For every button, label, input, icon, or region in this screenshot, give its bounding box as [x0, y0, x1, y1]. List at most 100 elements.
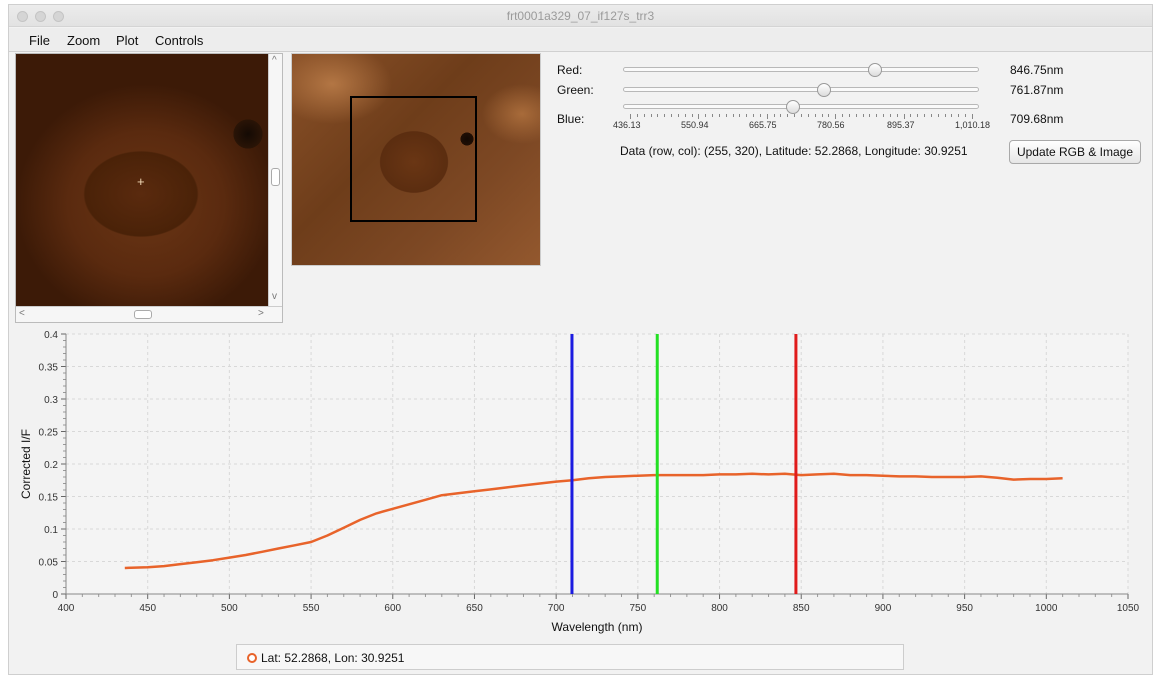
slider-tick — [766, 114, 768, 119]
slider-tick — [937, 114, 939, 117]
zoom-image-pane[interactable]: + ^ v < > — [15, 53, 283, 323]
slider-tick-label: 436.13 — [613, 120, 641, 130]
red-slider-knob[interactable] — [867, 63, 882, 77]
x-tick-label: 1000 — [1035, 603, 1058, 614]
x-tick-label: 850 — [793, 603, 810, 614]
green-value: 761.87nm — [1010, 83, 1064, 97]
slider-tick — [842, 114, 844, 117]
slider-tick — [807, 114, 809, 117]
slider-tick — [869, 114, 871, 117]
crosshair-icon: + — [137, 174, 145, 189]
slider-tick — [753, 114, 755, 117]
y-tick-label: 0.2 — [44, 460, 58, 471]
scroll-left-icon[interactable]: < — [19, 309, 25, 319]
slider-tick-label: 780.56 — [817, 120, 845, 130]
scroll-up-icon[interactable]: ^ — [272, 56, 277, 66]
slider-tick — [862, 114, 864, 117]
horizontal-scroll-thumb[interactable] — [134, 310, 152, 319]
slider-tick — [965, 114, 967, 117]
vertical-scrollbar[interactable]: ^ v — [268, 54, 282, 306]
slider-tick — [691, 114, 693, 117]
red-label: Red: — [557, 63, 583, 77]
slider-tick — [787, 114, 789, 117]
slider-tick — [671, 114, 673, 117]
slider-tick — [951, 114, 953, 117]
green-label: Green: — [557, 83, 594, 97]
slider-tick — [705, 114, 707, 117]
viewport-rectangle[interactable] — [350, 96, 477, 222]
slider-tick — [657, 114, 659, 117]
menu-bar: File Zoom Plot Controls — [9, 28, 1152, 52]
y-tick-label: 0.3 — [44, 395, 58, 406]
menu-file[interactable]: File — [29, 33, 50, 48]
window-title: frt0001a329_07_if127s_trr3 — [506, 9, 655, 23]
menu-zoom[interactable]: Zoom — [67, 33, 100, 48]
vertical-scroll-thumb[interactable] — [271, 168, 280, 186]
slider-tick — [794, 114, 796, 117]
blue-label: Blue: — [557, 112, 585, 126]
slider-tick — [876, 114, 878, 117]
scroll-right-icon[interactable]: > — [258, 309, 264, 319]
x-axis-label: Wavelength (nm) — [552, 620, 643, 634]
slider-tick — [828, 114, 830, 117]
menu-plot[interactable]: Plot — [116, 33, 138, 48]
chart-legend: Lat: 52.2868, Lon: 30.9251 — [236, 644, 904, 670]
slider-tick-label: 550.94 — [681, 120, 709, 130]
green-slider-track[interactable] — [623, 87, 979, 92]
x-tick-label: 700 — [548, 603, 565, 614]
x-tick-label: 450 — [139, 603, 156, 614]
slider-tick — [801, 114, 802, 117]
scroll-down-icon[interactable]: v — [272, 292, 277, 302]
slider-tick — [855, 114, 857, 117]
y-tick-label: 0.05 — [39, 558, 59, 569]
slider-tick — [732, 114, 734, 117]
red-slider-track[interactable] — [623, 67, 979, 72]
slider-tick — [883, 114, 885, 117]
slider-tick — [903, 114, 905, 119]
slider-tick — [664, 114, 666, 117]
y-tick-label: 0.1 — [44, 525, 58, 536]
y-tick-label: 0.4 — [44, 330, 58, 341]
spectrum-chart[interactable]: 0 0.05 0.1 0.15 0.2 0.25 0.3 0.35 0.4 400 450 500 55… — [10, 326, 1150, 646]
slider-tick — [910, 114, 912, 117]
slider-tick — [835, 114, 837, 119]
slider-tick — [759, 114, 761, 117]
y-tick-label: 0.25 — [39, 428, 59, 439]
blue-slider-track[interactable] — [623, 104, 979, 109]
blue-value: 709.68nm — [1010, 112, 1064, 126]
y-axis-label: Corrected I/F — [19, 429, 33, 499]
slider-tick — [814, 114, 816, 117]
slider-tick — [773, 114, 775, 117]
blue-slider-ticks — [630, 114, 973, 119]
overview-image-pane[interactable] — [291, 53, 541, 266]
y-tick-label: 0.35 — [39, 363, 59, 374]
slider-tick — [725, 114, 727, 117]
update-rgb-image-button[interactable]: Update RGB & Image — [1009, 140, 1141, 164]
slider-tick — [848, 114, 850, 117]
slider-tick — [746, 114, 748, 117]
title-bar: frt0001a329_07_if127s_trr3 — [9, 5, 1152, 27]
blue-slider-knob[interactable] — [785, 100, 800, 114]
horizontal-scrollbar[interactable]: < > — [16, 306, 282, 322]
zoomed-image[interactable]: + — [16, 54, 268, 306]
slider-tick — [630, 114, 631, 119]
slider-tick-label: 1,010.18 — [955, 120, 991, 130]
slider-tick — [930, 114, 932, 117]
slider-tick — [780, 114, 782, 117]
x-tick-label: 1050 — [1117, 603, 1140, 614]
x-tick-label: 600 — [384, 603, 401, 614]
slider-tick — [944, 114, 946, 117]
slider-tick — [677, 114, 679, 117]
x-tick-label: 550 — [303, 603, 320, 614]
x-tick-label: 950 — [956, 603, 973, 614]
legend-series-label: Lat: 52.2868, Lon: 30.9251 — [261, 651, 405, 665]
menu-controls[interactable]: Controls — [155, 33, 203, 48]
green-slider-knob[interactable] — [817, 83, 832, 97]
x-tick-label: 400 — [58, 603, 75, 614]
slider-tick — [643, 114, 645, 117]
slider-tick — [924, 114, 926, 117]
slider-tick — [896, 114, 898, 117]
slider-tick — [650, 114, 652, 117]
slider-tick — [636, 114, 638, 117]
x-tick-label: 650 — [466, 603, 483, 614]
